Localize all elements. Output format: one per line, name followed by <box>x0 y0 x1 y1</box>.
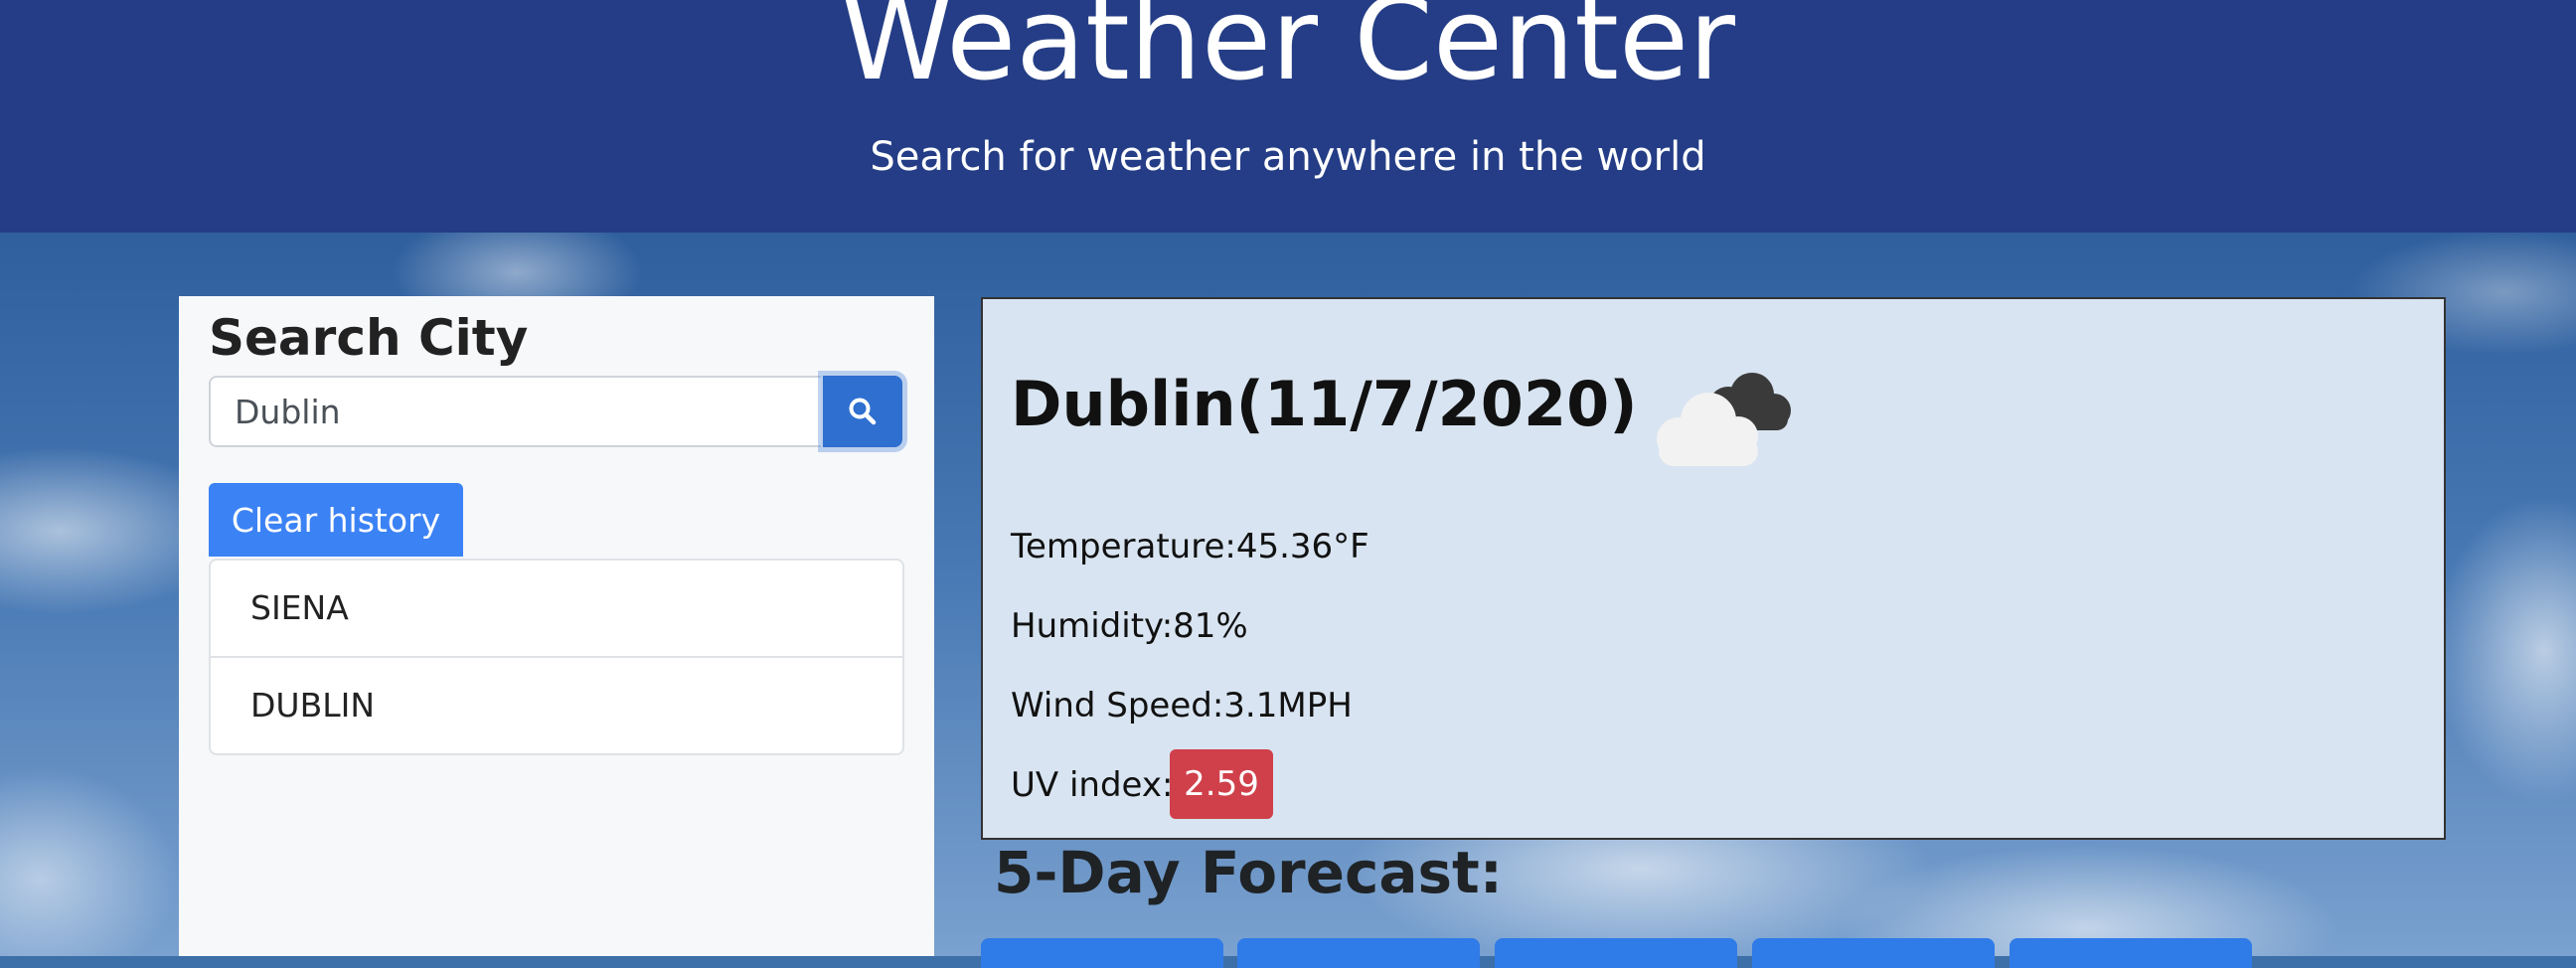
city-date-heading: Dublin(11/7/2020) <box>1011 368 1638 440</box>
forecast-card <box>1752 938 1995 968</box>
site-title: Weather Center <box>841 0 1735 105</box>
humidity-text: Humidity:81% <box>1011 606 1248 646</box>
search-heading: Search City <box>209 309 529 367</box>
history-item-siena[interactable]: SIENA <box>211 561 902 658</box>
forecast-card <box>1495 938 1737 968</box>
wind-speed-text: Wind Speed:3.1MPH <box>1011 686 1353 726</box>
city-search-input[interactable] <box>209 376 821 447</box>
clear-history-button[interactable]: Clear history <box>209 483 463 557</box>
uv-index-label: UV index: <box>1011 765 1174 805</box>
site-header: Weather Center Search for weather anywhe… <box>0 0 2576 233</box>
search-history-list: SIENA DUBLIN <box>209 559 904 755</box>
site-subtitle: Search for weather anywhere in the world <box>870 134 1706 180</box>
cloudy-icon <box>1657 373 1791 466</box>
forecast-card <box>981 938 1223 968</box>
temperature-text: Temperature:45.36°F <box>1011 527 1369 566</box>
forecast-card <box>2010 938 2252 968</box>
current-weather-card: Dublin(11/7/2020) Temperature:45.36°F Hu… <box>981 297 2446 840</box>
search-button[interactable] <box>823 376 902 447</box>
forecast-card <box>1237 938 1480 968</box>
search-icon <box>849 398 877 425</box>
forecast-heading: 5-Day Forecast: <box>994 839 1503 906</box>
history-item-dublin[interactable]: DUBLIN <box>211 658 902 753</box>
search-panel: Search City Clear history SIENA DUBLIN <box>179 296 934 956</box>
uv-index-badge: 2.59 <box>1170 749 1273 819</box>
